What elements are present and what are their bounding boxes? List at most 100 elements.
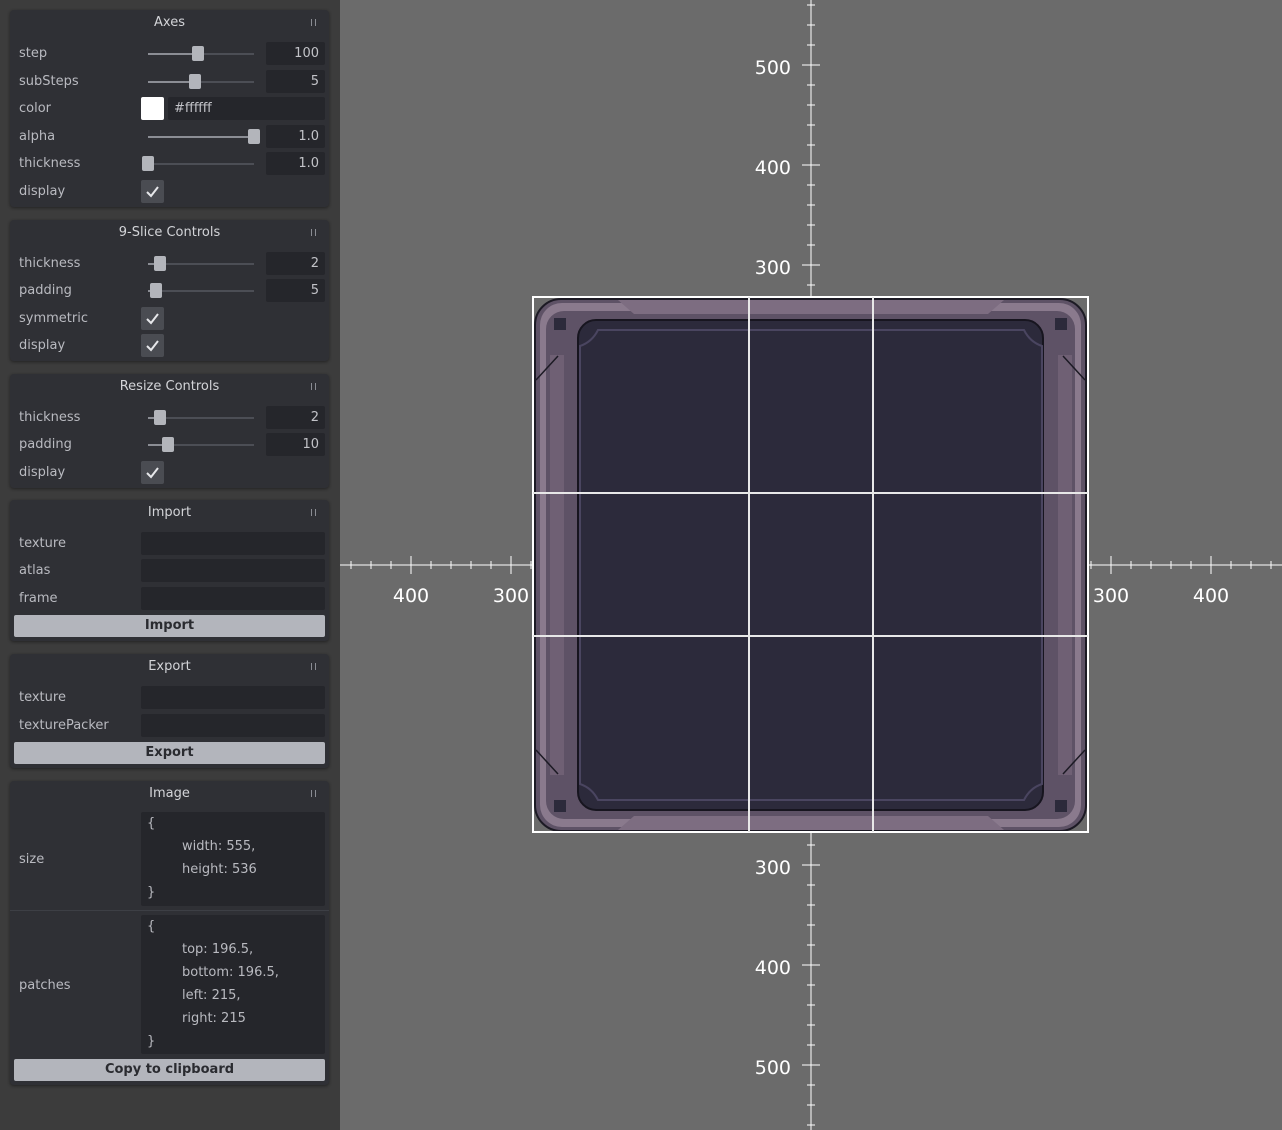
nine-slice-padding-slider[interactable] bbox=[148, 283, 254, 298]
export-texturepacker-row: texturePacker bbox=[10, 712, 329, 739]
patch-right: right: 215 bbox=[182, 1011, 246, 1026]
axes-substeps-row: subSteps 5 bbox=[10, 68, 329, 95]
export-panel: Export texture texturePacker Export bbox=[10, 654, 329, 768]
resize-panel-title: Resize Controls bbox=[119, 379, 220, 394]
axis-label: 400 bbox=[393, 585, 429, 607]
axes-alpha-slider[interactable] bbox=[148, 129, 260, 144]
resize-display-row: display bbox=[10, 459, 329, 486]
drag-grip-icon[interactable] bbox=[311, 663, 317, 671]
resize-thickness-slider[interactable] bbox=[148, 410, 254, 425]
drag-grip-icon[interactable] bbox=[311, 19, 317, 27]
axis-label: 300 bbox=[1093, 585, 1129, 607]
axes-alpha-label: alpha bbox=[19, 129, 56, 144]
export-button[interactable]: Export bbox=[14, 742, 325, 764]
axis-label: 400 bbox=[1193, 585, 1229, 607]
axes-panel-header[interactable]: Axes bbox=[10, 10, 329, 36]
axis-label: 300 bbox=[755, 857, 791, 879]
slider-handle[interactable] bbox=[162, 437, 175, 452]
nine-slice-symmetric-label: symmetric bbox=[19, 311, 88, 326]
slider-handle[interactable] bbox=[188, 74, 201, 89]
import-texture-row: texture bbox=[10, 530, 329, 557]
resize-padding-input[interactable]: 10 bbox=[266, 433, 325, 456]
nine-slice-display-checkbox[interactable] bbox=[141, 334, 164, 357]
nine-slice-symmetric-row: symmetric bbox=[10, 305, 329, 332]
checkmark-icon bbox=[146, 186, 159, 198]
slider-fill bbox=[148, 136, 254, 138]
resize-thickness-label: thickness bbox=[19, 410, 81, 425]
slider-handle[interactable] bbox=[248, 129, 260, 144]
export-texture-label: texture bbox=[19, 690, 66, 705]
drag-grip-icon[interactable] bbox=[311, 509, 317, 517]
image-patches-value: { top: 196.5, bottom: 196.5, left: 215, … bbox=[141, 915, 325, 1054]
checkmark-icon bbox=[146, 340, 159, 352]
axes-step-row: step 100 bbox=[10, 40, 329, 67]
copy-to-clipboard-button[interactable]: Copy to clipboard bbox=[14, 1059, 325, 1081]
axes-thickness-slider[interactable] bbox=[142, 156, 254, 171]
control-sidebar: Axes step 100 subSteps 5 color #ffffff a bbox=[0, 0, 340, 1130]
export-panel-title: Export bbox=[148, 659, 191, 674]
axes-step-input[interactable]: 100 bbox=[266, 42, 325, 65]
axis-label: 400 bbox=[755, 957, 791, 979]
axis-label: 300 bbox=[755, 257, 791, 279]
resize-display-checkbox[interactable] bbox=[141, 461, 164, 484]
axes-alpha-row: alpha 1.0 bbox=[10, 123, 329, 150]
axis-label: 300 bbox=[493, 585, 529, 607]
export-texturepacker-input[interactable] bbox=[141, 714, 325, 737]
import-texture-input[interactable] bbox=[141, 532, 325, 555]
export-texture-input[interactable] bbox=[141, 686, 325, 709]
size-height: height: 536 bbox=[182, 862, 257, 877]
nine-slice-panel-header[interactable]: 9-Slice Controls bbox=[10, 220, 329, 246]
corner-rivet bbox=[554, 800, 566, 812]
corner-rivet bbox=[1055, 800, 1067, 812]
drag-grip-icon[interactable] bbox=[311, 383, 317, 391]
brace-close: } bbox=[147, 885, 156, 900]
resize-panel-header[interactable]: Resize Controls bbox=[10, 374, 329, 400]
nine-slice-padding-row: padding 5 bbox=[10, 277, 329, 304]
slider-handle[interactable] bbox=[150, 283, 163, 298]
axes-substeps-input[interactable]: 5 bbox=[266, 70, 325, 93]
axes-substeps-slider[interactable] bbox=[148, 74, 254, 89]
axes-display-checkbox[interactable] bbox=[141, 180, 164, 203]
resize-padding-slider[interactable] bbox=[148, 437, 254, 452]
import-texture-label: texture bbox=[19, 536, 66, 551]
nine-slice-symmetric-checkbox[interactable] bbox=[141, 307, 164, 330]
axes-color-row: color #ffffff bbox=[10, 95, 329, 122]
axes-color-swatch[interactable] bbox=[141, 97, 164, 120]
nine-slice-image[interactable] bbox=[534, 298, 1087, 832]
nine-slice-thickness-input[interactable]: 2 bbox=[266, 252, 325, 275]
resize-thickness-input[interactable]: 2 bbox=[266, 406, 325, 429]
import-atlas-label: atlas bbox=[19, 563, 51, 578]
axes-step-slider[interactable] bbox=[148, 46, 254, 61]
nine-slice-display-row: display bbox=[10, 332, 329, 359]
nine-slice-padding-input[interactable]: 5 bbox=[266, 279, 325, 302]
axes-thickness-input[interactable]: 1.0 bbox=[266, 152, 325, 175]
drag-grip-icon[interactable] bbox=[311, 229, 317, 237]
nine-slice-thickness-row: thickness 2 bbox=[10, 250, 329, 277]
slider-handle[interactable] bbox=[153, 256, 166, 271]
image-panel-header[interactable]: Image bbox=[10, 781, 329, 807]
export-texture-row: texture bbox=[10, 684, 329, 711]
axes-color-input[interactable]: #ffffff bbox=[168, 97, 325, 120]
nine-slice-thickness-slider[interactable] bbox=[148, 256, 254, 271]
axis-label: 400 bbox=[755, 157, 791, 179]
import-atlas-input[interactable] bbox=[141, 559, 325, 582]
drag-grip-icon[interactable] bbox=[311, 790, 317, 798]
slider-handle[interactable] bbox=[153, 410, 166, 425]
image-patches-label: patches bbox=[19, 978, 71, 993]
image-panel: Image size { width: 555, height: 536 } p… bbox=[10, 781, 329, 1085]
import-button[interactable]: Import bbox=[14, 615, 325, 637]
axes-alpha-input[interactable]: 1.0 bbox=[266, 125, 325, 148]
import-panel-header[interactable]: Import bbox=[10, 500, 329, 526]
inner-panel bbox=[577, 319, 1044, 811]
slider-handle[interactable] bbox=[142, 156, 154, 171]
divider bbox=[10, 910, 329, 911]
size-width: width: 555, bbox=[182, 839, 256, 854]
resize-thickness-row: thickness 2 bbox=[10, 404, 329, 431]
image-size-value: { width: 555, height: 536 } bbox=[141, 812, 325, 906]
import-frame-label: frame bbox=[19, 591, 58, 606]
slider-handle[interactable] bbox=[191, 46, 204, 61]
import-frame-input[interactable] bbox=[141, 587, 325, 610]
patch-top: top: 196.5, bbox=[182, 942, 254, 957]
preview-canvas[interactable]: 500 400 300 400 300 300 400 300 400 500 bbox=[340, 0, 1282, 1130]
export-panel-header[interactable]: Export bbox=[10, 654, 329, 680]
